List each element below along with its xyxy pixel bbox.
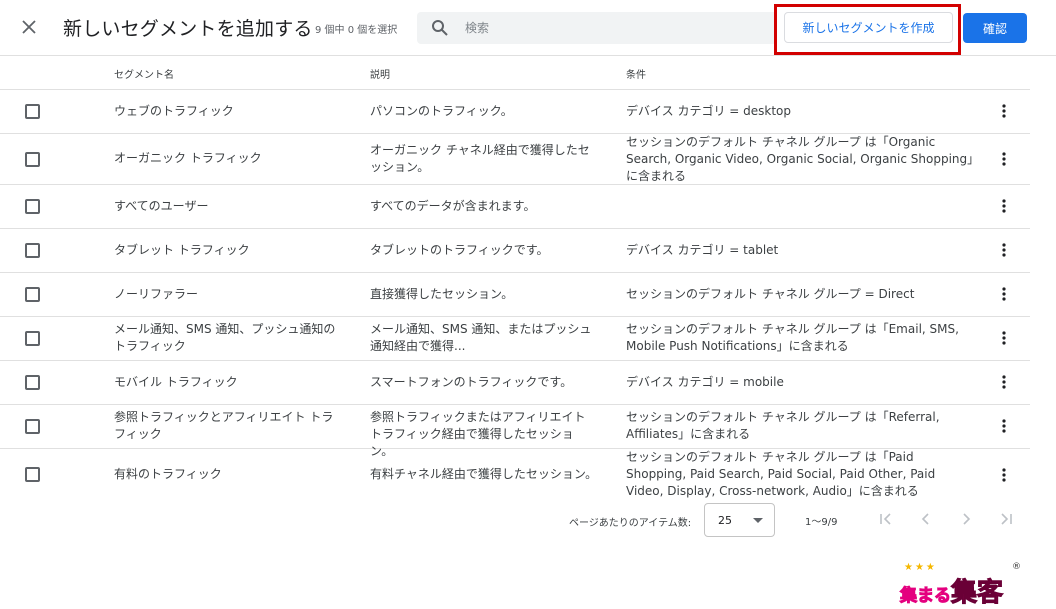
more-vert-icon — [1002, 331, 1006, 345]
row-checkbox[interactable] — [25, 199, 40, 214]
previous-page-button[interactable] — [917, 510, 935, 528]
table-row[interactable]: モバイル トラフィック スマートフォンのトラフィックです。 デバイス カテゴリ … — [0, 361, 1030, 405]
segment-description: 直接獲得したセッション。 — [370, 287, 514, 301]
more-options-button[interactable] — [994, 465, 1014, 485]
segment-condition: デバイス カテゴリ = desktop — [626, 104, 792, 118]
segment-condition: デバイス カテゴリ = mobile — [626, 375, 784, 389]
segment-name: タブレット トラフィック — [114, 243, 250, 257]
registered-mark: ® — [1012, 562, 1021, 572]
more-vert-icon — [1002, 468, 1006, 482]
more-options-button[interactable] — [994, 328, 1014, 348]
segment-condition: デバイス カテゴリ = tablet — [626, 243, 779, 257]
segment-description: パソコンのトラフィック。 — [370, 104, 513, 118]
more-options-button[interactable] — [994, 240, 1014, 260]
search-box[interactable] — [417, 12, 777, 44]
segment-name: オーガニック トラフィック — [114, 151, 262, 165]
segment-description: オーガニック チャネル経由で獲得したセッション。 — [370, 143, 590, 174]
row-checkbox[interactable] — [25, 104, 40, 119]
row-checkbox[interactable] — [25, 419, 40, 434]
table-row[interactable]: オーガニック トラフィック オーガニック チャネル経由で獲得したセッション。 セ… — [0, 134, 1030, 185]
table-row[interactable]: メール通知、SMS 通知、プッシュ通知のトラフィック メール通知、SMS 通知、… — [0, 317, 1030, 361]
table-row[interactable]: タブレット トラフィック タブレットのトラフィックです。 デバイス カテゴリ =… — [0, 229, 1030, 273]
segment-name: ウェブのトラフィック — [114, 104, 234, 118]
segment-name: モバイル トラフィック — [114, 375, 238, 389]
row-checkbox[interactable] — [25, 287, 40, 302]
table-row[interactable]: 参照トラフィックとアフィリエイト トラフィック 参照トラフィックまたはアフィリエ… — [0, 405, 1030, 458]
table-row[interactable]: すべてのユーザー すべてのデータが含まれます。 — [0, 185, 1030, 229]
more-options-button[interactable] — [994, 284, 1014, 304]
more-vert-icon — [1002, 243, 1006, 257]
row-checkbox[interactable] — [25, 152, 40, 167]
next-page-button[interactable] — [957, 510, 975, 528]
table-row[interactable]: ウェブのトラフィック パソコンのトラフィック。 デバイス カテゴリ = desk… — [0, 90, 1030, 134]
column-header-name[interactable]: セグメント名 — [114, 66, 174, 81]
more-vert-icon — [1002, 199, 1006, 213]
more-options-button[interactable] — [994, 372, 1014, 392]
more-options-button[interactable] — [994, 101, 1014, 121]
more-vert-icon — [1002, 104, 1006, 118]
last-page-button[interactable] — [997, 510, 1015, 528]
search-icon — [432, 20, 448, 36]
more-vert-icon — [1002, 375, 1006, 389]
more-vert-icon — [1002, 287, 1006, 301]
segment-description: すべてのデータが含まれます。 — [370, 199, 536, 213]
row-checkbox[interactable] — [25, 375, 40, 390]
segment-description: 有料チャネル経由で獲得したセッション。 — [370, 467, 598, 481]
segment-name: メール通知、SMS 通知、プッシュ通知のトラフィック — [114, 322, 336, 353]
items-per-page-select[interactable]: 25 — [704, 503, 775, 537]
segment-condition: セッションのデフォルト チャネル グループ は「Paid Shopping, P… — [626, 450, 936, 498]
row-checkbox[interactable] — [25, 243, 40, 258]
segment-name: ノーリファラー — [114, 287, 199, 301]
search-input[interactable] — [465, 12, 765, 44]
more-vert-icon — [1002, 419, 1006, 433]
dialog-title: 新しいセグメントを追加する — [63, 18, 313, 40]
dropdown-arrow-icon — [753, 518, 763, 523]
selection-count: 9 個中 0 個を選択 — [315, 25, 398, 36]
chevron-right-icon — [963, 513, 971, 525]
segment-condition: セッションのデフォルト チャネル グループ は「Email, SMS, Mobi… — [626, 322, 959, 353]
segment-description: タブレットのトラフィックです。 — [370, 243, 549, 257]
table-row[interactable]: 有料のトラフィック 有料チャネル経由で獲得したセッション。 セッションのデフォル… — [0, 449, 1030, 501]
segment-condition: セッションのデフォルト チャネル グループ は「Referral, Affili… — [626, 410, 940, 441]
first-page-button[interactable] — [877, 510, 895, 528]
segment-condition: セッションのデフォルト チャネル グループ は「Organic Search, … — [626, 135, 974, 183]
more-options-button[interactable] — [994, 416, 1014, 436]
column-header-condition: 条件 — [626, 70, 646, 81]
segment-description: スマートフォンのトラフィックです。 — [370, 375, 573, 389]
segment-name: すべてのユーザー — [114, 199, 209, 213]
more-vert-icon — [1002, 152, 1006, 166]
items-per-page-value: 25 — [718, 514, 732, 527]
watermark-logo: ★★★ 集まる集客 ® — [898, 558, 1028, 609]
row-checkbox[interactable] — [25, 331, 40, 346]
confirm-button[interactable]: 確認 — [963, 13, 1027, 43]
first-page-icon — [880, 513, 891, 525]
logo-text-small: 集まる — [900, 586, 952, 607]
row-checkbox[interactable] — [25, 467, 40, 482]
close-button[interactable] — [16, 14, 42, 40]
logo-text-big: 集客 — [950, 578, 1004, 609]
close-icon — [22, 20, 36, 34]
more-options-button[interactable] — [994, 196, 1014, 216]
create-segment-button[interactable]: 新しいセグメントを作成 — [784, 12, 953, 43]
chevron-left-icon — [921, 513, 929, 525]
segment-description: メール通知、SMS 通知、またはプッシュ通知経由で獲得... — [370, 322, 592, 353]
items-per-page-label: ページあたりのアイテム数: — [569, 518, 692, 529]
table-row[interactable]: ノーリファラー 直接獲得したセッション。 セッションのデフォルト チャネル グル… — [0, 273, 1030, 317]
dialog-header: 新しいセグメントを追加する 9 個中 0 個を選択 新しいセグメントを作成 確認 — [0, 0, 1056, 56]
more-options-button[interactable] — [994, 149, 1014, 169]
segment-name: 参照トラフィックとアフィリエイト トラフィック — [114, 410, 334, 441]
segment-name: 有料のトラフィック — [114, 467, 222, 481]
page-range: 1〜9/9 — [805, 517, 838, 528]
last-page-icon — [1001, 513, 1012, 525]
column-header-description: 説明 — [370, 70, 390, 81]
segment-condition: セッションのデフォルト チャネル グループ = Direct — [626, 287, 915, 301]
